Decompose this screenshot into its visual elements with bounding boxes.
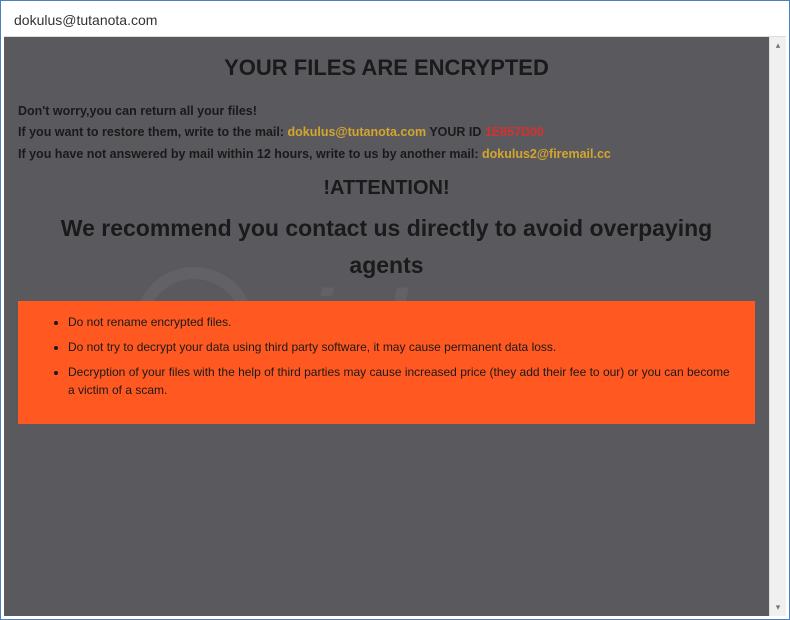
attention-heading: !ATTENTION! bbox=[4, 177, 769, 200]
window-title-bar[interactable]: dokulus@tutanota.com bbox=[4, 4, 786, 37]
primary-email: dokulus@tutanota.com bbox=[287, 125, 426, 139]
list-item: Do not rename encrypted files. bbox=[68, 313, 735, 331]
content-wrapper: risk.com YOUR FILES ARE ENCRYPTED Don't … bbox=[4, 37, 786, 616]
list-item: Do not try to decrypt your data using th… bbox=[68, 338, 735, 356]
email-instruction-line: If you want to restore them, write to th… bbox=[18, 122, 755, 143]
warning-list: Do not rename encrypted files. Do not tr… bbox=[54, 313, 735, 399]
vertical-scrollbar[interactable]: ▴ ▾ bbox=[769, 37, 786, 616]
body-text-block: Don't worry,you can return all your file… bbox=[4, 101, 769, 165]
backup-email-line: If you have not answered by mail within … bbox=[18, 144, 755, 165]
scroll-down-arrow-icon[interactable]: ▾ bbox=[770, 599, 786, 616]
content-inner: YOUR FILES ARE ENCRYPTED Don't worry,you… bbox=[4, 55, 769, 424]
intro-line: Don't worry,you can return all your file… bbox=[18, 101, 755, 122]
ransomware-popup-window: dokulus@tutanota.com risk.com YOUR FILES… bbox=[4, 4, 786, 616]
line2-prefix: If you want to restore them, write to th… bbox=[18, 125, 287, 139]
warning-box: Do not rename encrypted files. Do not tr… bbox=[18, 301, 755, 424]
your-id-value: 1E857D00 bbox=[485, 125, 544, 139]
your-id-label: YOUR ID bbox=[426, 125, 485, 139]
main-heading: YOUR FILES ARE ENCRYPTED bbox=[4, 55, 769, 81]
line3-prefix: If you have not answered by mail within … bbox=[18, 147, 482, 161]
content-area: risk.com YOUR FILES ARE ENCRYPTED Don't … bbox=[4, 37, 769, 616]
list-item: Decryption of your files with the help o… bbox=[68, 363, 735, 399]
recommend-heading: We recommend you contact us directly to … bbox=[4, 210, 769, 284]
secondary-email: dokulus2@firemail.cc bbox=[482, 147, 611, 161]
scroll-up-arrow-icon[interactable]: ▴ bbox=[770, 37, 786, 54]
window-title: dokulus@tutanota.com bbox=[14, 12, 157, 28]
